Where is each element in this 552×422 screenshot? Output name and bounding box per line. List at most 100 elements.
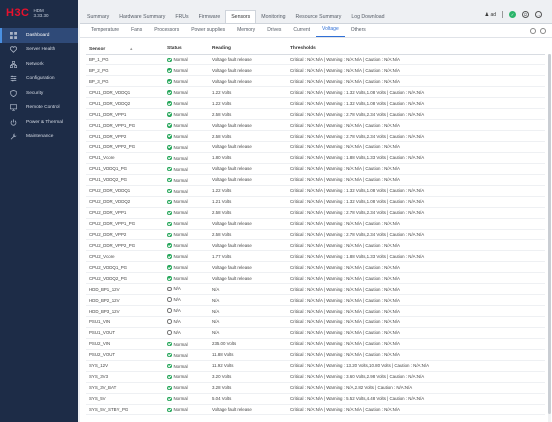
sensor-name: CPU1_Vcore [86, 152, 164, 164]
voltage-table: Sensor ▲ Status Reading Thresholds BP_1_P… [86, 44, 545, 416]
thresholds-value: Critical : N/A:N/A | Warning : 1.32 Volt… [287, 185, 545, 197]
header-reading[interactable]: Reading [209, 44, 287, 55]
subtab-temperature[interactable]: Temperature [85, 27, 125, 37]
sidebar-item-security[interactable]: Security [0, 86, 78, 101]
sidebar-item-dashboard[interactable]: Dashboard [0, 28, 78, 43]
table-row: CPU1_DDR_VDDQ1 Normal 1.22 Volts Critical :… [86, 86, 545, 99]
tab-summary[interactable]: Summary [82, 10, 114, 23]
status-badge: Normal [167, 189, 188, 194]
status-badge: Normal [167, 407, 188, 412]
subtab-power-supplies[interactable]: Power supplies [185, 27, 231, 37]
tab-hardware-summary[interactable]: Hardware Summary [114, 10, 170, 23]
thresholds-value: Critical : N/A:N/A | Warning : 1.32 Volt… [287, 86, 545, 99]
scrollbar[interactable] [548, 54, 551, 422]
logo[interactable]: H3C [6, 7, 30, 19]
status-label: N/A [173, 297, 181, 303]
subtab-current[interactable]: Current [287, 27, 316, 37]
table-row: HDD_BP2_12V N/A N/A Critical : N/A:N/A | Wa… [86, 294, 545, 307]
sensor-name: CPU1_DDR_VDDQ2 [86, 97, 164, 110]
scroll-thumb[interactable] [548, 54, 551, 414]
table-row: CPU1_Vcore Normal 1.80 Volts Critical : N/A… [86, 152, 545, 164]
tab-log-download[interactable]: Log Download [346, 10, 389, 23]
divider [502, 11, 503, 18]
thresholds-value: Critical : N/A:N/A | Warning : 2.78 Volt… [287, 207, 545, 219]
table-row: CPU2_DDR_VDDQ1 Normal 1.22 Volts Critical :… [86, 185, 545, 197]
check-circle-icon [167, 145, 172, 150]
table-row: CPU1_DDR_VPP1_PG Normal Voltage fault rele… [86, 119, 545, 132]
subtab-voltage[interactable]: Voltage [316, 26, 345, 37]
sidebar-item-server-health[interactable]: Server Health [0, 43, 78, 58]
sensor-name: SYS_3V3 [86, 371, 164, 383]
logout-icon[interactable]: → [535, 11, 542, 18]
check-circle-icon [167, 90, 172, 95]
status-label: Normal [173, 111, 188, 117]
sidebar-item-power-thermal[interactable]: Power & Thermal [0, 115, 78, 130]
sensor-name: CPU2_VDDQ2_PG [86, 272, 164, 285]
sidebar-item-remote-control[interactable]: Remote Control [0, 101, 78, 116]
shield-icon [9, 89, 18, 98]
subtab-processors[interactable]: Processors [148, 27, 185, 37]
thresholds-value: Critical : N/A:N/A | Warning : 3.60 Volt… [287, 371, 545, 383]
table-body: BP_1_PG Normal Voltage fault release Critic… [86, 54, 545, 416]
status-label: Normal [173, 363, 188, 369]
reading-value: 3.20 Volts [209, 371, 287, 383]
sensor-name: PSU2_VOUT [86, 349, 164, 361]
tab-frus[interactable]: FRUs [170, 10, 193, 23]
tab-resource-summary[interactable]: Resource Summary [290, 10, 346, 23]
sidebar-item-network[interactable]: Network [0, 57, 78, 72]
reading-value: N/A [209, 283, 287, 296]
header-thresholds[interactable]: Thresholds [287, 44, 545, 55]
sidebar-item-maintenance[interactable]: Maintenance [0, 130, 78, 145]
status-badge: Normal [167, 145, 188, 150]
power-icon[interactable]: ⏻ [522, 11, 529, 18]
status-cell: Normal [164, 250, 209, 263]
sensor-name: HDD_BP3_12V [86, 305, 164, 317]
status-badge: Normal [167, 90, 188, 95]
thresholds-value: Critical : N/A:N/A | Warning : 1.32 Volt… [287, 196, 545, 208]
subtab-fans[interactable]: Fans [125, 27, 148, 37]
refresh-icon[interactable] [530, 28, 536, 34]
check-circle-icon [167, 79, 172, 84]
tab-sensors[interactable]: Sensors [225, 10, 257, 23]
sidebar-item-label: Network [26, 61, 44, 67]
status-label: N/A [173, 286, 181, 292]
thresholds-value: Critical : N/A:N/A | Warning : N/A:N/A |… [287, 119, 545, 132]
header-sensor[interactable]: Sensor ▲ [86, 44, 164, 55]
sidebar-item-configuration[interactable]: Configuration [0, 72, 78, 87]
status-badge: N/A [167, 297, 181, 302]
wrench-icon [9, 132, 18, 141]
table-row: CPU2_DDR_VPP2 Normal 2.58 Volts Critical : … [86, 229, 545, 241]
subtab-drives[interactable]: Drives [261, 27, 287, 37]
sidebar-item-label: Server Health [26, 47, 56, 53]
reading-value: Voltage fault release [209, 239, 287, 252]
header-status[interactable]: Status [164, 44, 209, 55]
sort-icon[interactable]: ▲ [129, 46, 133, 51]
panel-tools [530, 28, 546, 34]
subtab-memory[interactable]: Memory [231, 27, 261, 37]
health-status-icon[interactable]: ✓ [509, 11, 516, 18]
reading-value: Voltage fault release [209, 163, 287, 175]
status-badge: Normal [167, 57, 188, 62]
thresholds-value: Critical : N/A:N/A | Warning : 1.88 Volt… [287, 152, 545, 164]
tab-monitoring[interactable]: Monitoring [256, 10, 290, 23]
check-circle-icon [167, 232, 172, 237]
check-circle-icon [167, 123, 172, 128]
status-label: Normal [173, 155, 188, 161]
table-row: CPU1_DDR_VPP1 Normal 2.58 Volts Critical : … [86, 108, 545, 121]
product-version: 3.33.30 [33, 13, 49, 18]
user-menu[interactable]: ♟ ad [485, 12, 496, 18]
tab-firmware[interactable]: Firmware [194, 10, 226, 23]
status-label: Normal [173, 276, 188, 281]
thresholds-value: Critical : N/A:N/A | Warning : N/A:N/A |… [287, 163, 545, 175]
sensor-name: HDD_BP2_12V [86, 294, 164, 307]
status-cell: Normal [164, 64, 209, 77]
power-icon [9, 118, 18, 127]
table-row: CPU1_VDDQ2_PG Normal Voltage fault release… [86, 174, 545, 186]
subtab-others[interactable]: Others [345, 27, 372, 37]
sidebar: H3C HDM 3.33.30 Dashboard Server Health Ne… [0, 0, 78, 422]
table-row: CPU2_DDR_VPP1 Normal 2.58 Volts Critical : … [86, 207, 545, 219]
help-icon[interactable] [540, 28, 546, 34]
status-cell: N/A [164, 294, 209, 307]
check-circle-icon [167, 177, 172, 183]
thresholds-value: Critical : N/A:N/A | Warning : N/A:N/A |… [287, 338, 545, 350]
